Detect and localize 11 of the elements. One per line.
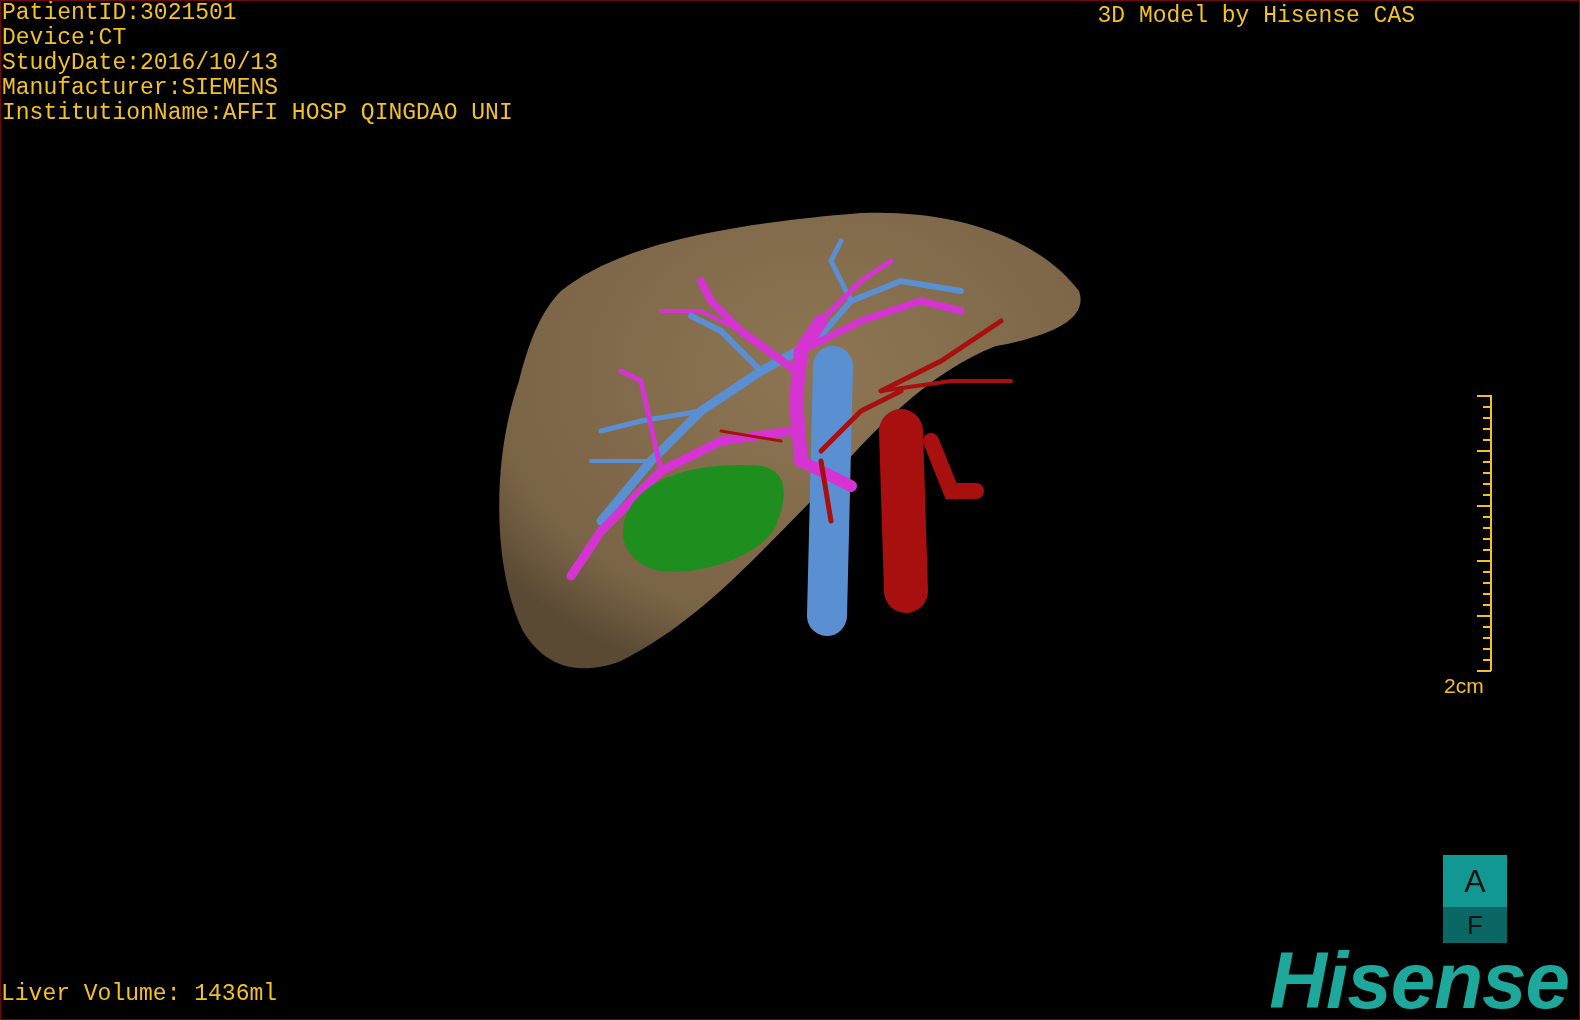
scale-label: 2cm [1444, 674, 1484, 698]
logo: Hisense [1269, 943, 1570, 1019]
orientation-cube-face[interactable]: A [1443, 855, 1507, 907]
patient-info-line: PatientID:3021501 [2, 1, 238, 26]
patient-info-line: Device:CT [2, 26, 128, 51]
patient-info-line: StudyDate:2016/10/13 [2, 51, 280, 76]
liver-volume: Liver Volume: 1436ml [1, 981, 278, 1007]
patient-info-line: Manufacturer:SIEMENS [2, 76, 280, 101]
orientation-cube-face[interactable]: F [1443, 907, 1507, 943]
model-credit: 3D Model by Hisense CAS [1097, 2, 1415, 31]
patient-info-line: InstitutionName:AFFI HOSP QINGDAO UNI [2, 101, 513, 126]
